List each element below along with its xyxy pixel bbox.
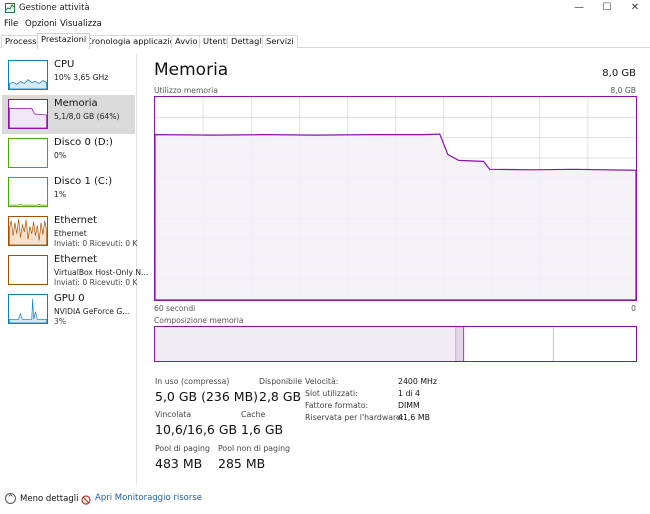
hardware-reserved-label: Riservata per l'hardware: <box>305 413 404 422</box>
time-axis-end: 0 <box>631 304 636 313</box>
sidebar-item-label: CPU <box>54 59 75 70</box>
tab-strip: Processi Prestazioni Cronologia applicaz… <box>0 33 650 49</box>
sidebar-item-disk-0[interactable]: Disco 0 (D:) 0% <box>2 134 135 173</box>
in-use-value: 5,0 GB (236 MB) <box>155 389 259 404</box>
memory-usage-graph <box>154 96 637 301</box>
committed-label: Vincolata <box>155 410 192 419</box>
memory-usage-area <box>155 133 636 300</box>
form-factor-value: DIMM <box>398 401 420 410</box>
maximize-button[interactable]: ☐ <box>592 0 622 16</box>
footer: ^ Meno dettagli Apri Monitoraggio risorse <box>0 490 650 510</box>
sidebar-item-memory[interactable]: Memoria 5,1/8,0 GB (64%) <box>2 95 135 134</box>
sidebar-item-label: GPU 0 <box>54 293 85 304</box>
sidebar-item-label: Memoria <box>54 98 98 109</box>
menu-options[interactable]: Opzioni <box>25 19 57 29</box>
open-resource-monitor-link[interactable]: Apri Monitoraggio risorse <box>95 493 202 503</box>
sidebar-item-cpu[interactable]: CPU 10% 3,65 GHz <box>2 56 135 95</box>
time-axis-label: 60 secondi <box>154 304 196 313</box>
sidebar-item-value: 10% 3,65 GHz <box>54 73 109 82</box>
hardware-reserved-value: 41,6 MB <box>398 413 430 422</box>
nonpaged-pool-label: Pool non di paging <box>218 444 291 453</box>
tab-startup[interactable]: Avvio <box>171 35 202 48</box>
composition-in-use <box>155 327 456 361</box>
tab-performance[interactable]: Prestazioni <box>37 33 91 49</box>
resource-monitor-icon <box>81 495 91 505</box>
sidebar-item-value: 5,1/8,0 GB (64%) <box>54 112 120 121</box>
slots-label: Slot utilizzati: <box>305 389 358 398</box>
page-title: Memoria <box>154 60 229 80</box>
cache-label: Cache <box>241 410 266 419</box>
sidebar-item-value: Ethernet <box>54 229 87 238</box>
disk-0-thumbnail-graph <box>8 138 48 168</box>
close-button[interactable]: ✕ <box>620 0 650 16</box>
cpu-thumbnail-graph <box>8 60 48 90</box>
sidebar-item-disk-1[interactable]: Disco 1 (C:) 1% <box>2 173 135 212</box>
sidebar-item-ethernet-2[interactable]: Ethernet VirtualBox Host-Only N... Invia… <box>2 251 148 290</box>
sidebar-item-label: Disco 0 (D:) <box>54 137 113 148</box>
paged-pool-value: 483 MB <box>155 456 203 471</box>
slots-value: 1 di 4 <box>398 389 420 398</box>
committed-value: 10,6/16,6 GB <box>155 422 238 437</box>
performance-sidebar: CPU 10% 3,65 GHz Memoria 5,1/8,0 GB (64%… <box>0 53 148 485</box>
fewer-details-label: Meno dettagli <box>20 494 79 504</box>
menu-file[interactable]: File <box>4 19 18 29</box>
tab-services[interactable]: Servizi <box>262 35 298 48</box>
fewer-details-button[interactable]: ^ Meno dettagli <box>5 493 78 504</box>
menu-view[interactable]: Visualizza <box>60 19 102 29</box>
ethernet-2-thumbnail-graph <box>8 255 48 285</box>
memory-composition-bar <box>154 326 637 362</box>
sidebar-item-ethernet-1[interactable]: Ethernet Ethernet Inviati: 0 Ricevuti: 0… <box>2 212 138 251</box>
minimize-button[interactable]: — <box>564 0 594 16</box>
gpu-thumbnail-graph <box>8 294 48 324</box>
sidebar-item-value: NVIDIA GeForce G... <box>54 307 130 316</box>
speed-label: Velocità: <box>305 377 339 386</box>
ethernet-1-thumbnail-graph <box>8 216 48 246</box>
memory-total: 8,0 GB <box>602 68 636 79</box>
sidebar-item-value: 0% <box>54 151 67 160</box>
sidebar-item-label: Disco 1 (C:) <box>54 176 113 187</box>
form-factor-label: Fattore formato: <box>305 401 369 410</box>
sidebar-item-value: 1% <box>54 190 67 199</box>
sidebar-item-label: Ethernet <box>54 254 98 265</box>
usage-graph-max: 8,0 GB <box>610 86 636 95</box>
title-bar: Gestione attività — ☐ ✕ <box>0 0 650 16</box>
usage-graph-label: Utilizzo memoria <box>154 86 218 95</box>
cache-value: 1,6 GB <box>241 422 284 437</box>
composition-modified <box>455 327 465 361</box>
in-use-label: In uso (compressa) <box>155 377 230 386</box>
sidebar-item-value: VirtualBox Host-Only N... <box>54 268 149 277</box>
paged-pool-label: Pool di paging <box>155 444 210 453</box>
sidebar-item-gpu-0[interactable]: GPU 0 NVIDIA GeForce G... 3% <box>2 290 135 329</box>
sidebar-item-usage: 3% <box>54 317 67 326</box>
nonpaged-pool-value: 285 MB <box>218 456 266 471</box>
speed-value: 2400 MHz <box>398 377 438 386</box>
sidebar-item-label: Ethernet <box>54 215 98 226</box>
sidebar-item-throughput: Inviati: 0 Ricevuti: 0 Kbps <box>54 239 138 248</box>
composition-label: Composizione memoria <box>154 316 244 325</box>
chevron-up-icon: ^ <box>5 493 16 504</box>
memory-thumbnail-graph <box>8 99 48 129</box>
disk-1-thumbnail-graph <box>8 177 48 207</box>
task-manager-icon <box>5 3 15 13</box>
available-label: Disponibile <box>259 377 303 386</box>
available-value: 2,8 GB <box>259 389 302 404</box>
window-title: Gestione attività <box>19 3 90 13</box>
menu-bar: File Opzioni Visualizza <box>0 17 650 31</box>
sidebar-item-throughput: Inviati: 0 Ricevuti: 0 Kbps <box>54 278 138 287</box>
